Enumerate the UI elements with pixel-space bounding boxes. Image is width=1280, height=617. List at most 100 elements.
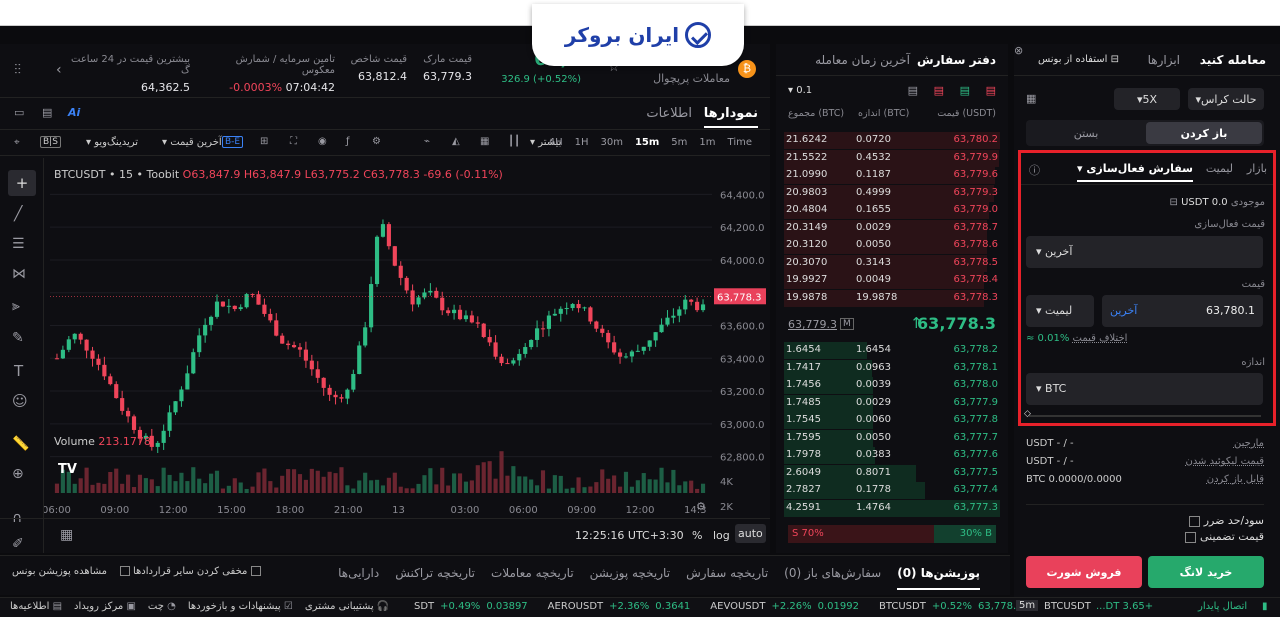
bid-row[interactable]: 2.7827 0.1778 63,777.4 — [784, 482, 1000, 499]
document-icon[interactable]: ▭ — [14, 106, 24, 119]
bottom-tab-0[interactable]: پوزیشن‌ها (0) — [897, 566, 980, 590]
timeframe-time[interactable]: Time — [728, 137, 752, 148]
tab-charts[interactable]: نمودارها — [703, 106, 758, 128]
crosshair-icon[interactable]: ⌖ — [14, 137, 20, 148]
text-tool-icon[interactable]: T — [14, 362, 23, 380]
feedback-link[interactable]: ☑ پیشنهادات و بازخوردها — [188, 601, 293, 612]
timeframe-30m[interactable]: 30m — [600, 137, 622, 148]
events-link[interactable]: ▣ مرکز رویداد — [74, 601, 136, 612]
view-asks-icon[interactable]: ▤ — [934, 84, 944, 97]
tpsl-option[interactable]: سود/حد ضرر — [1189, 514, 1264, 527]
calculator-icon[interactable]: ▦ — [1026, 92, 1036, 105]
candles-icon[interactable]: ┃┃ — [508, 136, 520, 147]
guarantee-option[interactable]: قیمت تضمینی — [1185, 530, 1264, 543]
size-input[interactable]: ▾ BTC — [1026, 373, 1263, 405]
brush-tool-icon[interactable]: ✎ — [12, 330, 24, 346]
tpsl-checkbox[interactable] — [1189, 515, 1201, 527]
precision-select[interactable]: ▾ 0.1 — [788, 85, 812, 96]
trendline-tool-icon[interactable]: ╱ — [14, 206, 22, 222]
candlestick-chart[interactable]: 64,400.064,200.064,000.063,800.063,600.0… — [44, 158, 770, 518]
chat-link[interactable]: ◔ چت — [148, 601, 176, 612]
bid-row[interactable]: 1.7545 0.0060 63,777.8 — [784, 412, 1000, 429]
bonus-positions-checkbox[interactable] — [250, 566, 261, 576]
fib-tool-icon[interactable]: ⫸ — [12, 298, 20, 314]
bid-row[interactable]: 1.7417 0.0963 63,778.1 — [784, 359, 1000, 377]
ask-row[interactable]: 20.3070 0.3143 63,778.5 — [784, 254, 1000, 272]
buy-long-button[interactable]: خرید لانگ — [1148, 556, 1264, 588]
bottom-tab-1[interactable]: سفارش‌های باز (0) — [784, 566, 881, 590]
tab-order-book[interactable]: دفتر سفارش — [917, 53, 996, 67]
axis-gear-icon[interactable]: ⚙ — [696, 500, 706, 513]
tab-info[interactable]: اطلاعات — [646, 106, 692, 121]
view-both-icon[interactable]: ▤ — [986, 84, 996, 97]
notes-icon[interactable]: ▤ — [42, 106, 52, 119]
tab-recent-trades[interactable]: آخرین زمان معامله — [815, 53, 910, 67]
info-icon[interactable]: ⓘ — [1029, 162, 1040, 178]
gear-icon[interactable]: ⚙ — [372, 136, 381, 147]
ticker-strip-item[interactable]: BTCUSDT +0.52% 63,778.3 — [879, 601, 1029, 612]
bid-row[interactable]: 1.7485 0.0029 63,777.9 — [784, 394, 1000, 412]
compare-icon[interactable]: ⊞ — [260, 136, 268, 147]
ticker-strip-item[interactable]: AEVOUSDT +2.26% 0.01992 — [710, 601, 865, 612]
ticker-strip-item[interactable]: SDT +0.49% 0.03897 — [414, 601, 534, 612]
pattern-tool-icon[interactable]: ⋈ — [12, 266, 26, 282]
ask-row[interactable]: 21.5522 0.4532 63,779.9 — [784, 149, 1000, 167]
trigger-price-select[interactable]: ▾ آخرین — [1026, 236, 1263, 268]
bid-row[interactable]: 1.7978 0.0383 63,777.6 — [784, 447, 1000, 464]
indicators-icon[interactable]: ƒ — [346, 136, 350, 147]
support-link[interactable]: 🎧 پشتیبانی مشتری — [305, 601, 389, 612]
bid-row[interactable]: 2.6049 0.8071 63,777.5 — [784, 464, 1000, 482]
tab-tools[interactable]: ابزارها — [1148, 53, 1180, 67]
sell-short-button[interactable]: فروش شورت — [1026, 556, 1142, 588]
ask-row[interactable]: 21.6242 0.0720 63,780.2 — [784, 132, 1000, 149]
margin-mode-select[interactable]: ▾ حالت کراس — [1188, 88, 1264, 110]
camera-icon[interactable]: ◉ — [318, 136, 327, 147]
leverage-select[interactable]: ▾ 5X — [1114, 88, 1180, 110]
timeframe-1m[interactable]: 1m — [699, 137, 715, 148]
bottom-tab-4[interactable]: تاریخچه معاملات — [491, 566, 574, 590]
last-price-select[interactable]: ▾ آخرین قیمت — [162, 137, 222, 148]
open-button[interactable]: باز کردن — [1146, 122, 1262, 144]
ask-row[interactable]: 19.9927 0.0049 63,778.4 — [784, 272, 1000, 289]
bid-row[interactable]: 1.6454 1.6454 63,778.2 — [784, 342, 1000, 359]
timeframe-badge[interactable]: 5m — [1016, 600, 1039, 611]
hlines-tool-icon[interactable]: ☰ — [12, 236, 25, 252]
emoji-tool-icon[interactable]: ☺ — [12, 392, 28, 410]
ask-row[interactable]: 21.0990 0.1187 63,779.6 — [784, 167, 1000, 184]
price-input[interactable]: آخرین 63,780.1 — [1102, 295, 1263, 327]
price-type-select[interactable]: ▾ لیمیت — [1026, 295, 1094, 327]
ask-row[interactable]: 20.3120 0.0050 63,778.6 — [784, 237, 1000, 254]
ruler-tool-icon[interactable]: 📏 — [12, 436, 29, 452]
line-chart-icon[interactable]: ⌁ — [424, 136, 430, 147]
bid-row[interactable]: 1.7595 0.0050 63,777.7 — [784, 429, 1000, 447]
timeframe-15m[interactable]: 15m — [635, 137, 659, 148]
area-chart-icon[interactable]: ◭ — [452, 136, 460, 147]
timeframe-5m[interactable]: 5m — [671, 137, 687, 148]
timeframe-1h[interactable]: 1H — [575, 137, 589, 148]
ask-row[interactable]: 20.4804 0.1655 63,779.0 — [784, 202, 1000, 219]
order-type-trigger[interactable]: ▾ سفارش فعال‌سازی — [1076, 157, 1193, 182]
ask-row[interactable]: 20.9803 0.4999 63,779.3 — [784, 184, 1000, 202]
close-button[interactable]: بستن — [1028, 122, 1144, 144]
cursor-tool-icon[interactable]: + — [8, 170, 36, 196]
bs-toggle-icon[interactable]: B|S — [40, 136, 61, 148]
timeframe-4h[interactable]: 4H — [549, 137, 563, 148]
view-compact-icon[interactable]: ▤ — [908, 84, 918, 97]
bottom-tab-3[interactable]: تاریخچه پوزیشن — [590, 566, 670, 590]
ask-row[interactable]: 20.3149 0.0029 63,778.7 — [784, 219, 1000, 237]
be-toggle-icon[interactable]: B-E — [222, 136, 244, 148]
bid-row[interactable]: 4.2591 1.4764 63,777.3 — [784, 499, 1000, 517]
log-toggle[interactable]: log — [713, 529, 730, 542]
ai-icon[interactable]: Ai — [68, 106, 80, 119]
tab-trade[interactable]: معامله کنید — [1200, 53, 1266, 67]
notices-link[interactable]: ▤ اطلاعیه‌ها — [10, 601, 62, 612]
bonus-toggle[interactable]: استفاده از بونس ⊟ — [1038, 54, 1119, 65]
order-type-market[interactable]: بازار — [1247, 162, 1267, 175]
ask-row[interactable]: 19.9878 19.9878 63,778.3 — [784, 289, 1000, 307]
chevron-left-icon[interactable]: ‹ — [56, 62, 62, 78]
ticker-strip-item[interactable]: AEROUSDT +2.36% 0.3641 — [548, 601, 697, 612]
bottom-tab-2[interactable]: تاریخچه سفارش — [686, 566, 768, 590]
bid-row[interactable]: 1.7456 0.0039 63,778.0 — [784, 377, 1000, 394]
order-type-limit[interactable]: لیمیت — [1206, 162, 1233, 175]
slider-handle-icon[interactable]: ◇ — [1024, 409, 1031, 419]
